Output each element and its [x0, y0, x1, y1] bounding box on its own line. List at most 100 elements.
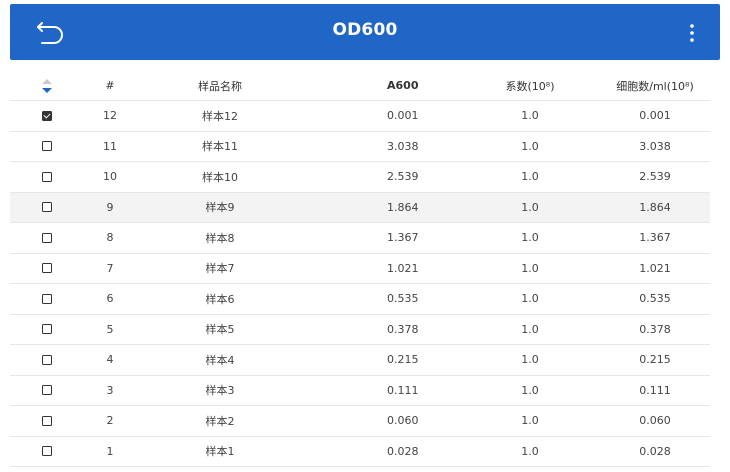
column-header-sample-name[interactable]: 样品名称 [180, 71, 260, 100]
cell-cells-per-ml: 1.021 [639, 261, 671, 275]
cell-sample-name: 样本11 [202, 140, 238, 154]
cell-a600: 0.535 [387, 292, 419, 306]
cell-a600: 0.028 [387, 444, 419, 458]
row-checkbox-cell [32, 345, 62, 375]
row-checkbox[interactable] [42, 293, 52, 304]
row-checkbox[interactable] [42, 232, 52, 243]
cell-coefficient: 1.0 [521, 200, 539, 214]
cell-cells-per-ml: 0.060 [639, 414, 671, 428]
row-checkbox[interactable] [42, 415, 52, 426]
table-header: # 样品名称 A600 系数(10⁸) 细胞数/ml(10⁸) [10, 71, 710, 101]
cell-cells-per-ml: 0.028 [639, 444, 671, 458]
cell-cells-per-ml: 0.215 [639, 353, 671, 367]
table-row[interactable]: 10 样本10 2.539 1.0 2.539 [10, 162, 710, 193]
cell-number: 9 [106, 200, 114, 214]
cell-cells-per-ml: 2.539 [639, 170, 671, 184]
cell-sample-name: 样本3 [205, 384, 235, 398]
cell-sample-name: 样本8 [205, 231, 235, 245]
cell-coefficient: 1.0 [521, 414, 539, 428]
app-bar: OD600 [10, 4, 720, 60]
cell-number: 12 [103, 109, 117, 123]
cell-a600: 0.111 [387, 383, 419, 397]
cell-a600: 0.001 [387, 109, 419, 123]
sort-button[interactable] [32, 71, 62, 100]
row-checkbox[interactable] [42, 202, 52, 213]
row-checkbox[interactable] [42, 263, 52, 274]
cell-cells-per-ml: 1.367 [639, 231, 671, 245]
row-checkbox-cell [32, 376, 62, 406]
cell-a600: 1.021 [387, 261, 419, 275]
cell-sample-name: 样本1 [205, 445, 235, 459]
cell-sample-name: 样本6 [205, 292, 235, 306]
table-row[interactable]: 12 样本12 0.001 1.0 0.001 [10, 101, 710, 132]
table-row[interactable]: 4 样本4 0.215 1.0 0.215 [10, 345, 710, 376]
row-checkbox-cell [32, 223, 62, 253]
table-row[interactable]: 8 样本8 1.367 1.0 1.367 [10, 223, 710, 254]
cell-coefficient: 1.0 [521, 292, 539, 306]
column-header-cells-per-ml[interactable]: 细胞数/ml(10⁸) [610, 71, 700, 100]
cell-number: 8 [106, 231, 114, 245]
cell-cells-per-ml: 1.864 [639, 200, 671, 214]
cell-coefficient: 1.0 [521, 231, 539, 245]
table-row[interactable]: 9 样本9 1.864 1.0 1.864 [10, 192, 710, 223]
cell-cells-per-ml: 0.001 [639, 109, 671, 123]
cell-a600: 1.367 [387, 231, 419, 245]
cell-coefficient: 1.0 [521, 383, 539, 397]
column-header-a600[interactable]: A600 [360, 71, 467, 100]
cell-number: 1 [106, 444, 114, 458]
column-header-number[interactable]: # [90, 71, 130, 100]
cell-coefficient: 1.0 [521, 139, 539, 153]
row-checkbox[interactable] [42, 446, 52, 457]
column-header-coefficient[interactable]: 系数(10⁸) [490, 71, 570, 100]
cell-coefficient: 1.0 [521, 444, 539, 458]
more-vert-icon [690, 24, 694, 42]
row-checkbox[interactable] [42, 171, 52, 182]
cell-sample-name: 样本2 [205, 414, 235, 428]
row-checkbox-cell [32, 315, 62, 345]
table-row[interactable]: 2 样本2 0.060 1.0 0.060 [10, 406, 710, 437]
table-row[interactable]: 11 样本11 3.038 1.0 3.038 [10, 132, 710, 162]
cell-coefficient: 1.0 [521, 353, 539, 367]
cell-number: 5 [106, 322, 114, 336]
cell-sample-name: 样本9 [205, 201, 235, 215]
cell-cells-per-ml: 0.111 [639, 383, 671, 397]
cell-coefficient: 1.0 [521, 261, 539, 275]
row-checkbox[interactable] [42, 324, 52, 335]
cell-a600: 0.060 [387, 414, 419, 428]
row-checkbox[interactable] [42, 141, 52, 152]
cell-number: 11 [103, 139, 117, 153]
cell-coefficient: 1.0 [521, 322, 539, 336]
row-checkbox-cell [32, 437, 62, 467]
cell-sample-name: 样本7 [205, 262, 235, 276]
table-row[interactable]: 1 样本1 0.028 1.0 0.028 [10, 437, 710, 467]
cell-number: 7 [106, 261, 114, 275]
row-checkbox[interactable] [42, 385, 52, 396]
table-row[interactable]: 3 样本3 0.111 1.0 0.111 [10, 376, 710, 406]
cell-sample-name: 样本12 [202, 109, 238, 123]
row-checkbox[interactable] [42, 354, 52, 365]
row-checkbox-cell [32, 132, 62, 162]
cell-a600: 1.864 [387, 200, 419, 214]
row-checkbox-cell [32, 406, 62, 436]
row-checkbox-cell [32, 101, 62, 131]
table-row[interactable]: 7 样本7 1.021 1.0 1.021 [10, 254, 710, 284]
cell-cells-per-ml: 0.535 [639, 292, 671, 306]
sort-icon [42, 78, 52, 93]
cell-a600: 3.038 [387, 139, 419, 153]
cell-cells-per-ml: 3.038 [639, 139, 671, 153]
cell-coefficient: 1.0 [521, 109, 539, 123]
table-row[interactable]: 6 样本6 0.535 1.0 0.535 [10, 284, 710, 315]
cell-a600: 0.378 [387, 322, 419, 336]
cell-number: 6 [106, 292, 114, 306]
row-checkbox-cell [32, 162, 62, 192]
cell-number: 3 [106, 383, 114, 397]
cell-a600: 2.539 [387, 170, 419, 184]
table-row[interactable]: 5 样本5 0.378 1.0 0.378 [10, 315, 710, 345]
more-options-button[interactable] [680, 20, 704, 46]
cell-sample-name: 样本4 [205, 353, 235, 367]
cell-sample-name: 样本5 [205, 323, 235, 337]
page-title: OD600 [332, 20, 398, 40]
cell-number: 2 [106, 414, 114, 428]
cell-sample-name: 样本10 [202, 170, 238, 184]
row-checkbox[interactable] [42, 110, 52, 121]
